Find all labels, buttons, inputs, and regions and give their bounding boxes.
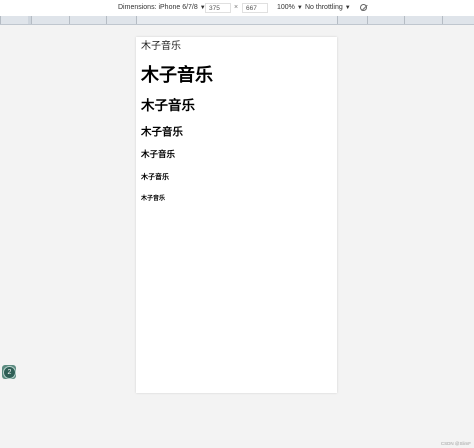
dimensions-label: Dimensions: iPhone 6/7/8: [118, 4, 198, 11]
heading-4: 木子音乐: [141, 150, 176, 160]
media-query-segment[interactable]: [0, 16, 28, 24]
heading-1: 木子音乐: [141, 65, 213, 86]
badge-count: 2: [3, 366, 16, 379]
media-query-segment[interactable]: [136, 16, 337, 24]
watermark-text: CSDN @SlimF: [440, 441, 471, 446]
zoom-dropdown[interactable]: 100% ▼: [277, 0, 303, 16]
heading-2: 木子音乐: [141, 98, 195, 114]
media-query-segment[interactable]: [337, 16, 367, 24]
device-toolbar: Dimensions: iPhone 6/7/8 ▼ 375 × 667 100%…: [0, 0, 474, 17]
device-screen: 木子音乐 木子音乐 木子音乐 木子音乐 木子音乐 木子音乐 木子音乐: [136, 37, 337, 393]
heading-6: 木子音乐: [141, 195, 166, 202]
media-query-bar: [0, 16, 474, 25]
zoom-label: 100%: [277, 4, 295, 11]
throttling-label: No throttling: [305, 4, 343, 11]
paragraph-text: 木子音乐: [141, 41, 181, 52]
dimensions-dropdown[interactable]: Dimensions: iPhone 6/7/8 ▼: [118, 0, 206, 16]
disable-rotation-icon[interactable]: [360, 4, 367, 11]
floating-badge[interactable]: 2: [2, 365, 16, 379]
width-input[interactable]: 375: [205, 3, 231, 13]
chevron-down-icon: ▼: [344, 5, 351, 11]
media-query-segment[interactable]: [31, 16, 69, 24]
chevron-down-icon: ▼: [296, 5, 303, 11]
media-query-segment[interactable]: [442, 16, 474, 24]
media-query-segment[interactable]: [69, 16, 106, 24]
heading-3: 木子音乐: [141, 126, 183, 138]
media-query-segment[interactable]: [367, 16, 404, 24]
throttling-dropdown[interactable]: No throttling ▼: [305, 0, 351, 16]
heading-5: 木子音乐: [141, 173, 169, 181]
dimension-separator: ×: [234, 4, 239, 11]
height-input[interactable]: 667: [242, 3, 268, 13]
media-query-segment[interactable]: [404, 16, 442, 24]
media-query-segment[interactable]: [106, 16, 136, 24]
